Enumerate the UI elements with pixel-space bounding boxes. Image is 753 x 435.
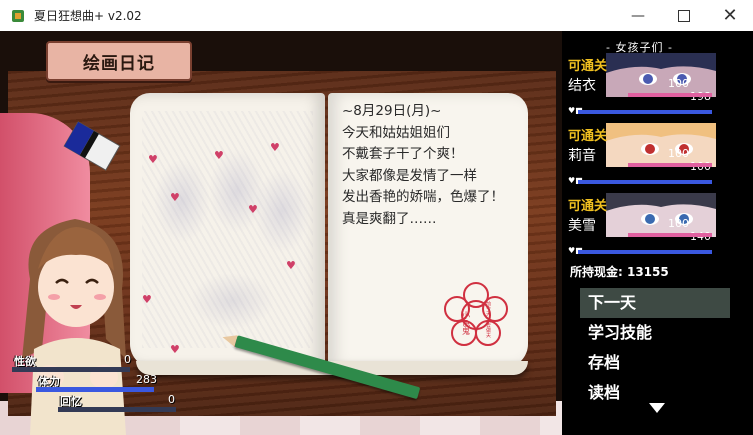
lust-bar — [12, 367, 130, 372]
flower-stamp-icon: 小色鬼 前今天 夫去做夫 — [444, 282, 508, 346]
stamina-value: 283 — [136, 373, 157, 386]
diary-line: 发出香艳的娇喘，色爆了！ — [342, 189, 504, 205]
memory-value: 0 — [168, 393, 175, 406]
progress-bar — [578, 110, 712, 114]
clearable-badge: 可通关 — [568, 199, 608, 214]
stamina-fill — [36, 387, 154, 392]
diary-line: 不戴套子干了个爽！ — [342, 146, 464, 162]
stamp-text: 小色鬼 — [462, 311, 471, 336]
clearable-badge: 可通关 — [568, 129, 608, 144]
game-viewport[interactable]: 绘画日记 ♥ ♥ ♥ ♥ ♥ ♥ ♥ ♥ ♥ ~8月29日(月)~ 今天和姑姑姐… — [0, 31, 753, 435]
heart-icon: ♥ — [170, 343, 180, 356]
diary-entry: ~8月29日(月)~ 今天和姑姑姐姐们 不戴套子干了个爽！ 大家都像是发情了一样… — [342, 101, 527, 230]
girl-card-miyuki[interactable]: 可通关 美雪 100 140 ♥■ — [566, 193, 716, 259]
heart-icon: ♥ — [286, 259, 296, 272]
pencil-sketch — [142, 111, 313, 348]
clearable-badge: 可通关 — [568, 59, 608, 74]
diary-line: 大家都像是发情了一样 — [342, 167, 477, 184]
minimize-button[interactable]: — — [615, 0, 661, 31]
maximize-icon — [678, 9, 690, 22]
money-label: 所持现金: — [570, 265, 627, 279]
window-title: 夏日狂想曲+ v2.02 — [34, 9, 142, 23]
girl-name: 结衣 — [568, 78, 596, 94]
heart-icon: ♥ — [214, 149, 224, 162]
minimize-icon: — — [631, 7, 645, 24]
money-value: 13155 — [626, 265, 669, 279]
app-icon — [12, 10, 24, 22]
girl-card-rion[interactable]: 可通关 莉音 100 100 ♥■ — [566, 123, 716, 189]
stamina-bar — [36, 387, 154, 392]
girl-name: 莉音 — [568, 148, 596, 164]
progress-bar — [578, 180, 712, 184]
affection-bar — [628, 93, 712, 97]
lust-value: 0 — [124, 353, 131, 366]
scene-title-plate: 绘画日记 — [46, 41, 192, 81]
money-display: 所持现金: 13155 — [570, 263, 669, 280]
diary-drawing-page: ♥ ♥ ♥ ♥ ♥ ♥ ♥ ♥ ♥ — [130, 93, 325, 368]
close-button[interactable]: ✕ — [707, 0, 753, 31]
affection-bar — [628, 163, 712, 167]
diary-book: ♥ ♥ ♥ ♥ ♥ ♥ ♥ ♥ ♥ ~8月29日(月)~ 今天和姑姑姐姐们 不戴… — [130, 93, 530, 375]
girl-name: 美雪 — [568, 218, 596, 234]
diary-line: ~8月29日(月)~ — [342, 103, 442, 119]
heart-icon: ♥ — [270, 141, 280, 154]
maximize-button[interactable] — [661, 0, 707, 31]
menu-next-day[interactable]: 下一天 — [580, 288, 730, 318]
close-icon: ✕ — [722, 5, 738, 26]
affection-value: 100 — [668, 77, 689, 90]
stamp-subtext: 前今天 夫去做夫 — [485, 300, 491, 339]
heart-icon: ♥ — [142, 293, 152, 306]
affection-value: 100 — [668, 147, 689, 160]
diary-line: 今天和姑姑姐姐们 — [342, 124, 450, 141]
memory-bar — [58, 407, 176, 412]
diary-line: 真是爽翻了…… — [342, 210, 437, 227]
window-titlebar: 夏日狂想曲+ v2.02 — ✕ — [0, 0, 753, 31]
affection-value: 100 — [668, 217, 689, 230]
menu-save[interactable]: 存档 — [580, 348, 730, 378]
girl-card-yui[interactable]: 可通关 结衣 100 198 ♥■ — [566, 53, 716, 119]
affection-bar — [628, 233, 712, 237]
down-arrow-icon[interactable] — [649, 403, 665, 413]
heart-icon: ♥ — [170, 191, 180, 204]
heart-icon: ♥ — [148, 153, 158, 166]
progress-bar — [578, 250, 712, 254]
scene-title: 绘画日记 — [83, 53, 155, 74]
menu-learn-skill[interactable]: 学习技能 — [580, 318, 730, 348]
heart-icon: ♥ — [248, 203, 258, 216]
